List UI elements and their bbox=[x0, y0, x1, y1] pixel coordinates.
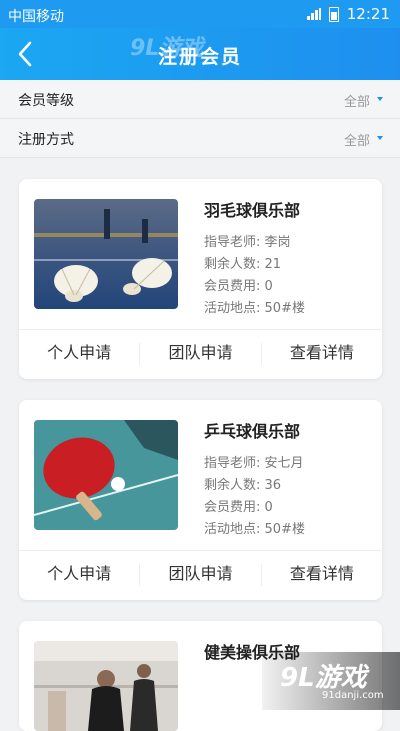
battery-icon bbox=[328, 6, 339, 22]
filter-value: 全部 bbox=[343, 134, 370, 149]
watermark-url: 91danji.com bbox=[322, 690, 384, 701]
remaining-row: 剩余人数: 36 bbox=[204, 474, 281, 493]
individual-apply-button[interactable]: 个人申请 bbox=[19, 551, 139, 599]
remaining-value: 36 bbox=[264, 478, 282, 493]
fee-label: 会员费用: bbox=[204, 279, 261, 294]
table-tennis-image bbox=[34, 420, 178, 530]
aerobics-image bbox=[34, 641, 178, 731]
fee-value: 0 bbox=[264, 279, 273, 294]
remaining-row: 剩余人数: 21 bbox=[204, 253, 281, 272]
filter-register-method[interactable]: 注册方式 全部 bbox=[0, 119, 400, 158]
location-value: 50#楼 bbox=[264, 301, 305, 316]
filter-panel: 会员等级 全部 注册方式 全部 bbox=[0, 80, 400, 158]
status-icons: 12:21 bbox=[306, 5, 390, 23]
location-label: 活动地点: bbox=[204, 522, 261, 537]
view-details-button[interactable]: 查看详情 bbox=[262, 330, 382, 378]
site-watermark: 9L游戏 91danji.com bbox=[262, 652, 400, 710]
teacher-label: 指导老师: bbox=[204, 235, 261, 250]
status-bar: 中国移动 12:21 bbox=[0, 0, 400, 28]
location-row: 活动地点: 50#楼 bbox=[204, 518, 305, 537]
badminton-image bbox=[34, 199, 178, 309]
dropdown-caret-icon bbox=[377, 136, 383, 140]
location-value: 50#楼 bbox=[264, 522, 305, 537]
club-card-badminton[interactable]: 羽毛球俱乐部 指导老师: 李岗 剩余人数: 21 会员费用: 0 活动地点: 5… bbox=[19, 179, 382, 379]
filter-value: 全部 bbox=[343, 95, 370, 110]
club-card-table-tennis[interactable]: 乒乓球俱乐部 指导老师: 安七月 剩余人数: 36 会员费用: 0 活动地点: … bbox=[19, 400, 382, 600]
filter-member-level[interactable]: 会员等级 全部 bbox=[0, 80, 400, 119]
teacher-row: 指导老师: 李岗 bbox=[204, 231, 291, 250]
individual-apply-button[interactable]: 个人申请 bbox=[19, 330, 139, 378]
teacher-value: 李岗 bbox=[264, 235, 291, 250]
filter-label: 注册方式 bbox=[18, 132, 74, 148]
fee-label: 会员费用: bbox=[204, 500, 261, 515]
app-header: 9L游戏 注册会员 bbox=[0, 28, 400, 80]
fee-row: 会员费用: 0 bbox=[204, 275, 273, 294]
team-apply-button[interactable]: 团队申请 bbox=[140, 330, 260, 378]
remaining-label: 剩余人数: bbox=[204, 257, 261, 272]
teacher-row: 指导老师: 安七月 bbox=[204, 452, 304, 471]
location-row: 活动地点: 50#楼 bbox=[204, 297, 305, 316]
club-name: 羽毛球俱乐部 bbox=[204, 201, 301, 220]
remaining-value: 21 bbox=[264, 257, 282, 272]
teacher-value: 安七月 bbox=[264, 456, 304, 471]
page-title: 注册会员 bbox=[157, 46, 242, 68]
team-apply-button[interactable]: 团队申请 bbox=[140, 551, 260, 599]
dropdown-caret-icon bbox=[377, 97, 383, 101]
watermark-logo: 9L游戏 bbox=[280, 663, 367, 693]
view-details-button[interactable]: 查看详情 bbox=[262, 551, 382, 599]
filter-label: 会员等级 bbox=[18, 93, 74, 109]
fee-row: 会员费用: 0 bbox=[204, 496, 273, 515]
remaining-label: 剩余人数: bbox=[204, 478, 261, 493]
card-actions: 个人申请 团队申请 查看详情 bbox=[19, 330, 382, 378]
club-name: 乒乓球俱乐部 bbox=[204, 422, 301, 441]
carrier-name: 中国移动 bbox=[8, 9, 64, 25]
clock: 12:21 bbox=[346, 5, 390, 23]
card-actions: 个人申请 团队申请 查看详情 bbox=[19, 551, 382, 599]
signal-icon bbox=[306, 8, 321, 20]
fee-value: 0 bbox=[264, 500, 273, 515]
teacher-label: 指导老师: bbox=[204, 456, 261, 471]
location-label: 活动地点: bbox=[204, 301, 261, 316]
